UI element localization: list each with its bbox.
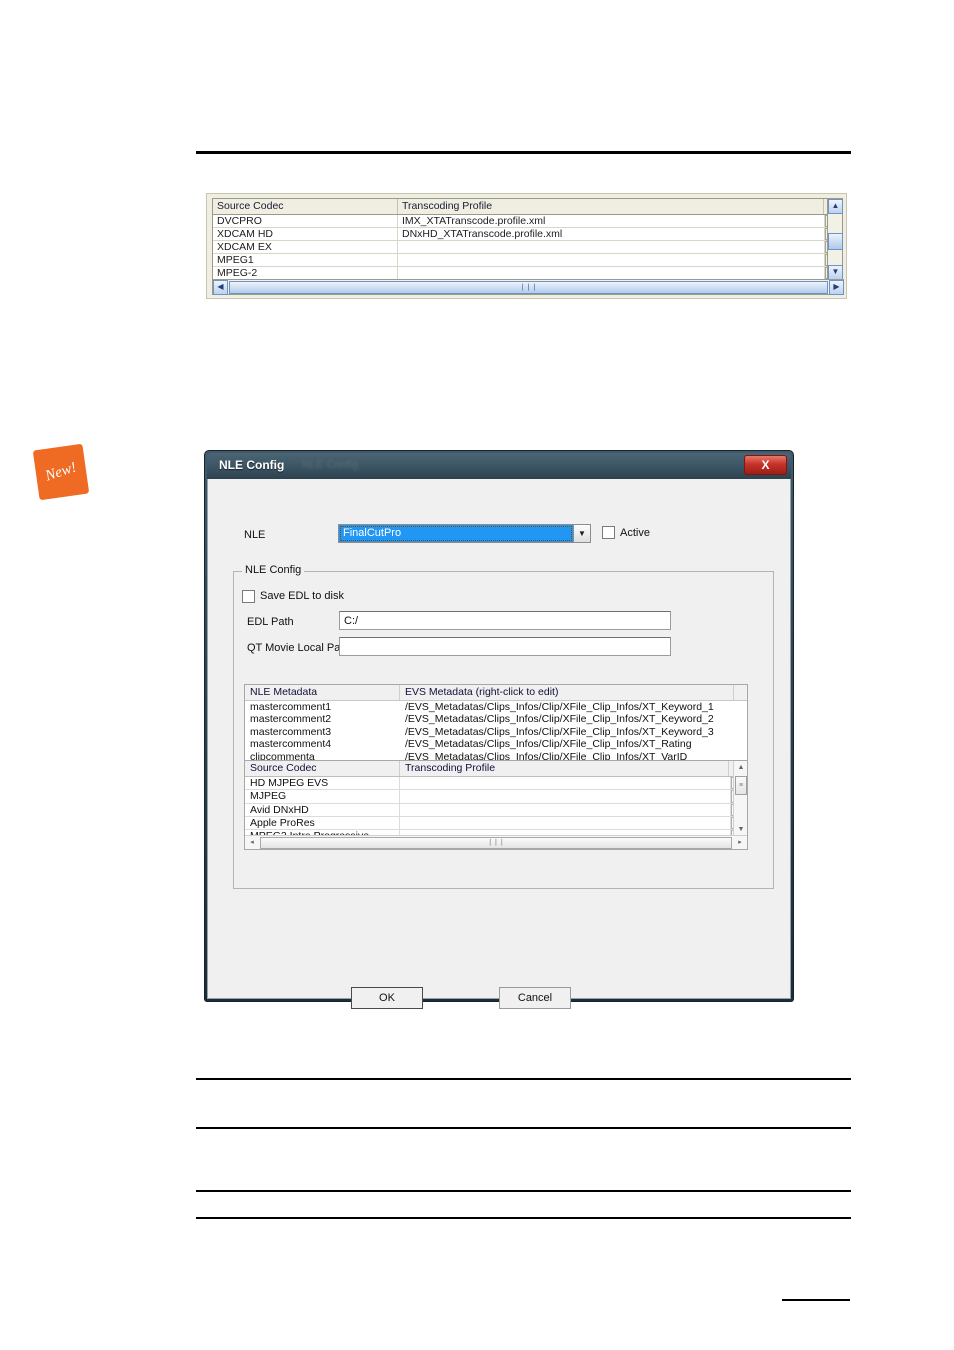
dialog-titlebar[interactable]: NLE Config NLE Config X	[207, 453, 791, 479]
active-label: Active	[620, 527, 650, 539]
cell-evs-metadata: /EVS_Metadatas/Clips_Infos/Clip/XFile_Cl…	[405, 713, 714, 726]
cell-transcoding-profile: IMX_XTATranscode.profile.xml	[398, 215, 825, 227]
column-header-metadata-spacer	[734, 685, 747, 700]
nle-config-groupbox-legend: NLE Config	[242, 564, 305, 576]
horizontal-rule	[196, 151, 851, 154]
cell-evs-metadata: /EVS_Metadatas/Clips_Infos/Clip/XFile_Cl…	[405, 738, 692, 751]
cell-source-codec: MJPEG	[245, 790, 400, 803]
titlebar-ghost-text: NLE Config	[302, 459, 359, 471]
cell-transcoding-profile	[398, 254, 825, 266]
nle-dropdown-value[interactable]: FinalCutPro	[339, 525, 573, 542]
horizontal-rule	[196, 1078, 851, 1080]
cancel-button[interactable]: Cancel	[499, 987, 571, 1009]
nle-label: NLE	[244, 529, 266, 541]
codec-row[interactable]: MJPEG...	[245, 790, 747, 804]
cell-nle-metadata: mastercomment3	[250, 725, 332, 738]
codec-horizontal-scrollbar-thumb[interactable]: ❘❘❘	[260, 836, 732, 849]
active-checkbox[interactable]	[602, 526, 615, 539]
metadata-row[interactable]: mastercomment1/EVS_Metadatas/Clips_Infos…	[245, 701, 747, 713]
horizontal-rule	[196, 1190, 851, 1192]
table-row[interactable]: DVCPROIMX_XTATranscode.profile.xml...	[213, 215, 842, 228]
source-codec-table: Source Codec Transcoding Profile DVCPRO I…	[212, 198, 844, 295]
column-header-transcoding-profile: Transcoding Profile	[398, 199, 824, 214]
cell-transcoding-profile	[400, 790, 731, 803]
column-header-evs-metadata: EVS Metadata (right-click to edit)	[400, 685, 734, 700]
cell-transcoding-profile	[400, 816, 731, 830]
save-edl-to-disk-label: Save EDL to disk	[260, 590, 344, 602]
cell-nle-metadata: mastercomment4	[250, 738, 332, 751]
cell-transcoding-profile	[398, 267, 825, 279]
dialog-title: NLE Config	[219, 458, 285, 472]
new-badge-label: New!	[43, 459, 79, 485]
cell-source-codec: XDCAM EX	[213, 241, 398, 253]
source-codec-table-panel: Source Codec Transcoding Profile DVCPRO I…	[206, 193, 847, 299]
cell-transcoding-profile: DNxHD_XTATranscode.profile.xml	[398, 228, 825, 240]
codec-scroll-right-arrow-icon[interactable]: ▸	[733, 835, 747, 849]
codec-row[interactable]: HD MJPEG EVS...	[245, 777, 747, 791]
cell-source-codec: XDCAM HD	[213, 228, 398, 240]
horizontal-rule	[196, 1127, 851, 1129]
close-icon[interactable]: X	[744, 455, 787, 475]
qt-movie-local-path-label: QT Movie Local Path	[247, 642, 350, 654]
codec-vertical-scrollbar[interactable]: ▲ ≡ ▼	[733, 761, 747, 837]
nle-metadata-grid[interactable]: NLE Metadata EVS Metadata (right-click t…	[244, 684, 748, 762]
vertical-scrollbar-thumb[interactable]	[828, 233, 843, 250]
horizontal-scrollbar-thumb[interactable]: ❘❘❘	[229, 280, 828, 294]
horizontal-rule	[196, 1217, 851, 1219]
cell-transcoding-profile	[400, 777, 731, 790]
horizontal-rule	[782, 1299, 850, 1301]
table-header-row: Source Codec Transcoding Profile	[213, 199, 842, 215]
cell-transcoding-profile	[398, 241, 825, 253]
codec-row[interactable]: Apple ProRes...	[245, 816, 747, 831]
codec-body: HD MJPEG EVS...MJPEG...Avid DNxHD...Appl…	[245, 777, 747, 844]
cell-source-codec: MPEG-2	[213, 267, 398, 279]
scroll-up-arrow-icon[interactable]: ▲	[828, 199, 843, 214]
chevron-down-icon[interactable]: ▼	[573, 525, 590, 542]
cell-nle-metadata: mastercomment2	[250, 713, 332, 726]
new-badge: New!	[32, 443, 90, 501]
scroll-right-arrow-icon[interactable]: ▶	[829, 279, 844, 295]
column-header-transcoding-profile: Transcoding Profile	[400, 761, 729, 776]
column-header-source-codec: Source Codec	[245, 761, 400, 776]
table-row[interactable]: XDCAM HDDNxHD_XTATranscode.profile.xml..…	[213, 228, 842, 241]
cell-evs-metadata: /EVS_Metadatas/Clips_Infos/Clip/XFile_Cl…	[405, 701, 714, 713]
metadata-row[interactable]: mastercomment3/EVS_Metadatas/Clips_Infos…	[245, 726, 747, 738]
save-edl-to-disk-checkbox[interactable]	[242, 590, 255, 603]
qt-movie-local-path-input[interactable]	[339, 637, 671, 656]
scroll-down-arrow-icon[interactable]: ▼	[828, 265, 843, 280]
codec-scroll-left-arrow-icon[interactable]: ◂	[245, 835, 259, 849]
horizontal-scrollbar[interactable]: ◀ ❘❘❘ ▶	[213, 279, 844, 295]
codec-row[interactable]: Avid DNxHD...	[245, 803, 747, 817]
dialog-body: NLE FinalCutPro ▼ Active NLE Config Save…	[207, 479, 791, 1009]
metadata-body: mastercomment1/EVS_Metadatas/Clips_Infos…	[245, 701, 747, 761]
codec-vertical-scrollbar-thumb[interactable]: ≡	[735, 776, 747, 795]
cell-evs-metadata: /EVS_Metadatas/Clips_Infos/Clip/XFile_Cl…	[405, 725, 714, 738]
scroll-left-arrow-icon[interactable]: ◀	[213, 279, 228, 295]
table-row[interactable]: MPEG1...	[213, 254, 842, 267]
edl-path-label: EDL Path	[247, 616, 294, 628]
table-row[interactable]: XDCAM EX...	[213, 241, 842, 254]
codec-scroll-up-arrow-icon[interactable]: ▲	[734, 761, 747, 775]
vertical-scrollbar[interactable]: ▲ ▼	[827, 199, 843, 280]
edl-path-input[interactable]	[339, 611, 671, 630]
codec-header-row: Source Codec Transcoding Profile	[245, 761, 747, 777]
cell-transcoding-profile	[400, 803, 731, 816]
cell-source-codec: DVCPRO	[213, 215, 398, 227]
codec-horizontal-scrollbar[interactable]: ◂ ❘❘❘ ▸	[245, 835, 747, 849]
metadata-row[interactable]: mastercomment2/EVS_Metadatas/Clips_Infos…	[245, 713, 747, 725]
metadata-header-row: NLE Metadata EVS Metadata (right-click t…	[245, 685, 747, 701]
dialog-source-codec-grid[interactable]: Source Codec Transcoding Profile HD MJPE…	[244, 760, 748, 850]
cell-source-codec: Apple ProRes	[245, 816, 400, 830]
nle-dropdown[interactable]: FinalCutPro ▼	[338, 524, 591, 543]
column-header-nle-metadata: NLE Metadata	[245, 685, 400, 700]
column-header-source-codec: Source Codec	[213, 199, 398, 214]
cell-source-codec: MPEG1	[213, 254, 398, 266]
nle-config-dialog: NLE Config NLE Config X NLE FinalCutPro …	[204, 450, 794, 1009]
cell-source-codec: HD MJPEG EVS	[245, 777, 400, 790]
cell-nle-metadata: mastercomment1	[250, 701, 332, 713]
ok-button[interactable]: OK	[351, 987, 423, 1009]
metadata-row[interactable]: mastercomment4/EVS_Metadatas/Clips_Infos…	[245, 738, 747, 750]
cell-source-codec: Avid DNxHD	[245, 803, 400, 816]
